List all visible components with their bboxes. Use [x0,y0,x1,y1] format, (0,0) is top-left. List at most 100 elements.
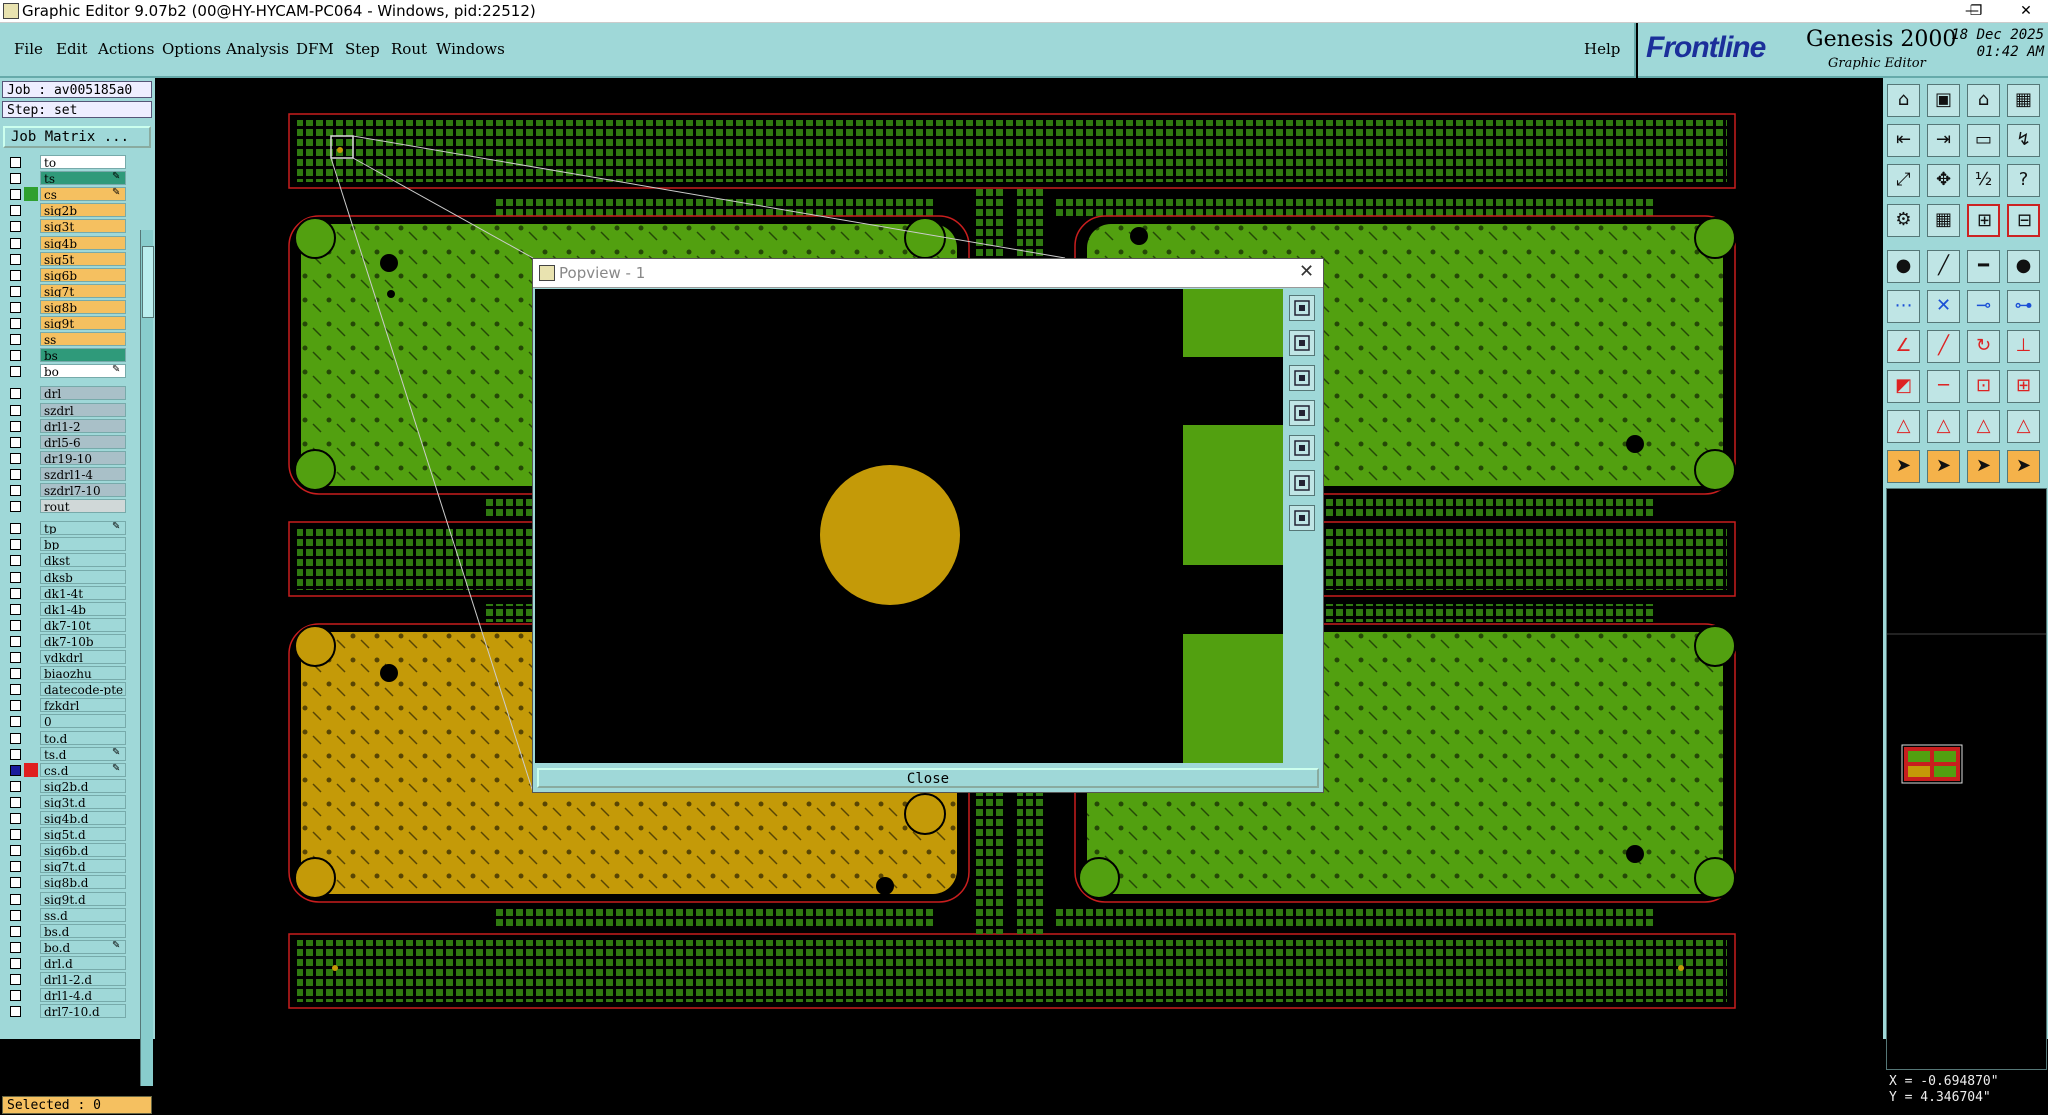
layer-checkbox[interactable] [10,603,21,615]
layer-checkbox[interactable] [10,237,21,249]
layer-name[interactable]: sig9t.d [40,891,126,906]
layer-row[interactable]: cs ✎ [2,186,138,202]
connect-icon[interactable]: ⋯ [1887,290,1920,323]
menu-step[interactable]: Step [345,40,380,58]
layer-name[interactable]: drl [40,386,126,401]
layer-row[interactable]: sig9t [2,315,138,331]
layer-name[interactable]: bp [40,537,126,552]
layer-name[interactable]: sig3t.d [40,794,126,809]
link-icon[interactable]: ⊶ [2007,290,2040,323]
layer-checkbox[interactable] [10,318,21,329]
layer-row[interactable]: sig4b [2,235,138,251]
layer-row[interactable]: sig7t.d [2,858,138,874]
zoom-out-icon[interactable] [1289,365,1315,391]
cross-icon[interactable]: ✕ [1927,290,1960,323]
triangle-c-icon[interactable]: △ [2007,410,2040,443]
layer-checkbox[interactable] [10,780,21,792]
layer-checkbox[interactable] [10,334,21,346]
layer-name[interactable]: drl5-6 [40,434,126,449]
layer-row[interactable]: bs [2,347,138,363]
popview-canvas[interactable] [535,289,1283,763]
layer-name[interactable]: ss.d [40,907,126,922]
triangle-a-icon[interactable]: △ [1927,410,1960,443]
layer-name[interactable]: sig3t [40,219,126,234]
layer-checkbox[interactable] [10,587,21,599]
layer-checkbox[interactable] [10,684,21,696]
layer-name[interactable]: dk7-10t [40,617,126,632]
export-icon[interactable]: ⇥ [1927,124,1960,157]
layer-checkbox[interactable] [10,635,21,647]
layer-checkbox[interactable] [10,700,21,712]
layer-name[interactable]: sig4b.d [40,811,126,825]
layer-checkbox[interactable] [10,388,21,400]
triangle-icon[interactable]: △ [1887,410,1920,443]
layer-row[interactable]: sig8b.d [2,874,138,890]
layer-row[interactable]: ss.d [2,907,138,923]
layer-name[interactable]: sig5t [40,251,126,266]
layer-row[interactable]: bp [2,536,138,552]
layer-icon[interactable]: ▭ [1967,124,2000,157]
layer-row[interactable]: bo ✎ [2,363,138,379]
layer-row[interactable]: to [2,154,138,170]
layer-row[interactable]: sig9t.d [2,891,138,907]
menu-rout[interactable]: Rout [391,40,427,58]
pan-right-icon[interactable] [1289,435,1315,461]
layer-checkbox[interactable] [10,990,21,1002]
layer-name[interactable]: szdrl [40,402,126,417]
layer-name[interactable]: datecode-pte [40,682,126,697]
layer-checkbox[interactable] [10,764,21,776]
layer-name[interactable]: sig7t [40,283,126,298]
pad-icon[interactable]: ● [1887,250,1920,283]
popview-title-bar[interactable]: Popview - 1 ✕ [533,259,1323,288]
line-icon[interactable]: ╱ [1927,250,1960,283]
layer-row[interactable]: sig8b [2,299,138,315]
layer-checkbox[interactable] [10,861,21,873]
layer-name[interactable]: ss [40,332,126,347]
square-icon[interactable]: ◩ [1887,370,1920,403]
layer-name[interactable]: sig4b [40,235,126,250]
layer-checkbox[interactable] [10,1006,21,1018]
layer-name[interactable]: sig2b [40,203,126,218]
layer-checkbox[interactable] [10,485,21,496]
move-icon[interactable]: ✥ [1927,164,1960,197]
layer-checkbox[interactable] [10,468,21,480]
snap-icon[interactable]: ⊞ [1967,204,2000,237]
layer-row[interactable]: tp ✎ [2,520,138,536]
menu-actions[interactable]: Actions [98,40,154,58]
layer-checkbox[interactable] [10,420,21,432]
layer-checkbox[interactable] [10,285,21,297]
pointer-icon[interactable]: ➤ [1887,450,1920,483]
layer-row[interactable]: sig2b.d [2,778,138,794]
menu-windows[interactable]: Windows [436,40,505,58]
layer-row[interactable]: ts ✎ [2,170,138,186]
layer-name[interactable]: bs.d [40,923,126,938]
pointer-edit-icon[interactable]: ➤ [1967,450,2000,483]
layer-name[interactable]: szdrl7-10 [40,483,126,497]
pointer-select-icon[interactable]: ➤ [1927,450,1960,483]
pan-left-icon[interactable] [1289,400,1315,426]
split-icon[interactable]: ⊥ [2007,330,2040,363]
layer-row[interactable]: dkst [2,552,138,568]
layer-checkbox[interactable] [10,452,21,464]
layer-checkbox[interactable] [10,974,21,985]
layer-checkbox[interactable] [10,173,21,185]
layer-checkbox[interactable] [10,941,21,953]
layer-name[interactable]: dr19-10 [40,450,126,465]
layer-name[interactable]: biaozhu [40,666,126,681]
layer-name[interactable]: szdrl1-4 [40,466,126,481]
fit-icon[interactable] [1289,470,1315,496]
scale-icon[interactable]: ½ [1967,164,2000,197]
layer-row[interactable]: dk7-10b [2,633,138,649]
zoom-window-icon[interactable] [1289,295,1315,321]
layer-checkbox[interactable] [10,716,21,728]
component-icon[interactable]: ⊞ [2007,370,2040,403]
layer-row[interactable]: sig7t [2,283,138,299]
layer-row[interactable]: to.d [2,730,138,746]
layer-name[interactable]: drl1-4.d [40,988,126,1003]
grid-view-icon[interactable]: ▦ [2007,84,2040,117]
menu-dfm[interactable]: DFM [296,40,334,58]
layer-checkbox[interactable] [10,269,21,281]
layer-name[interactable]: drl7-10.d [40,1004,126,1019]
frame-icon[interactable]: ⊡ [1967,370,2000,403]
layer-row[interactable]: szdrl [2,402,138,418]
